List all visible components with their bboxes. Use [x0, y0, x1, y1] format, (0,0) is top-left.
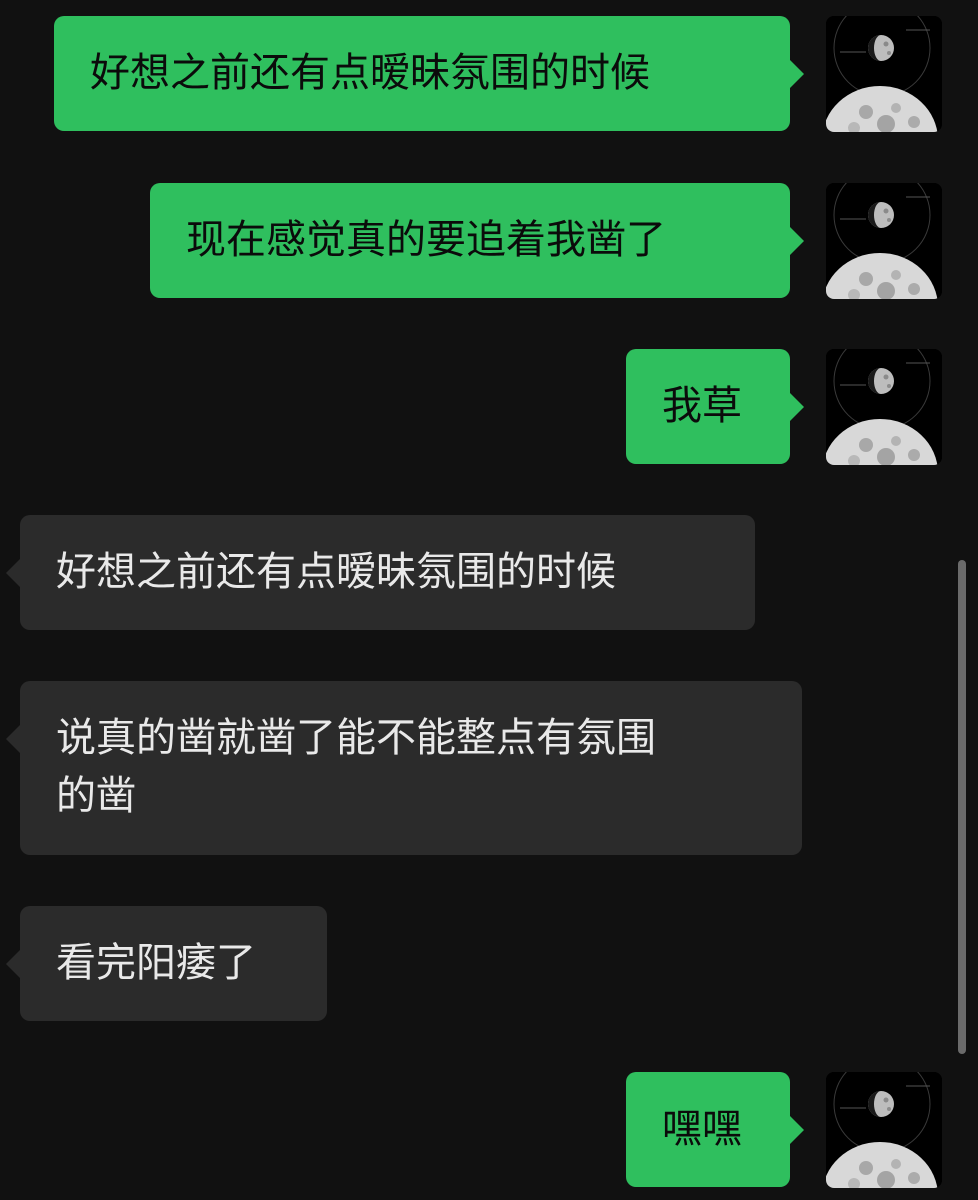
moon-icon [826, 1072, 942, 1188]
received-message-bubble[interactable]: 说真的凿就凿了能不能整点有氛围 的凿 [6, 681, 802, 855]
moon-icon [826, 349, 942, 465]
scrollbar[interactable] [958, 560, 966, 1054]
chat-view: 好想之前还有点暧昧氛围的时候 现在感觉真的要追着我凿了 我草 好想之前还有点暧昧… [0, 0, 978, 1200]
sent-message-bubble[interactable]: 好想之前还有点暧昧氛围的时候 [54, 16, 804, 131]
moon-icon [826, 16, 942, 132]
avatar[interactable] [826, 349, 942, 465]
avatar[interactable] [826, 16, 942, 132]
sent-message-bubble[interactable]: 现在感觉真的要追着我凿了 [150, 183, 804, 298]
sent-message-bubble[interactable]: 嘿嘿 [626, 1072, 804, 1187]
moon-icon [826, 183, 942, 299]
avatar[interactable] [826, 183, 942, 299]
received-message-bubble[interactable]: 看完阳痿了 [6, 906, 327, 1021]
avatar[interactable] [826, 1072, 942, 1188]
received-message-bubble[interactable]: 好想之前还有点暧昧氛围的时候 [6, 515, 755, 630]
sent-message-bubble[interactable]: 我草 [626, 349, 804, 464]
